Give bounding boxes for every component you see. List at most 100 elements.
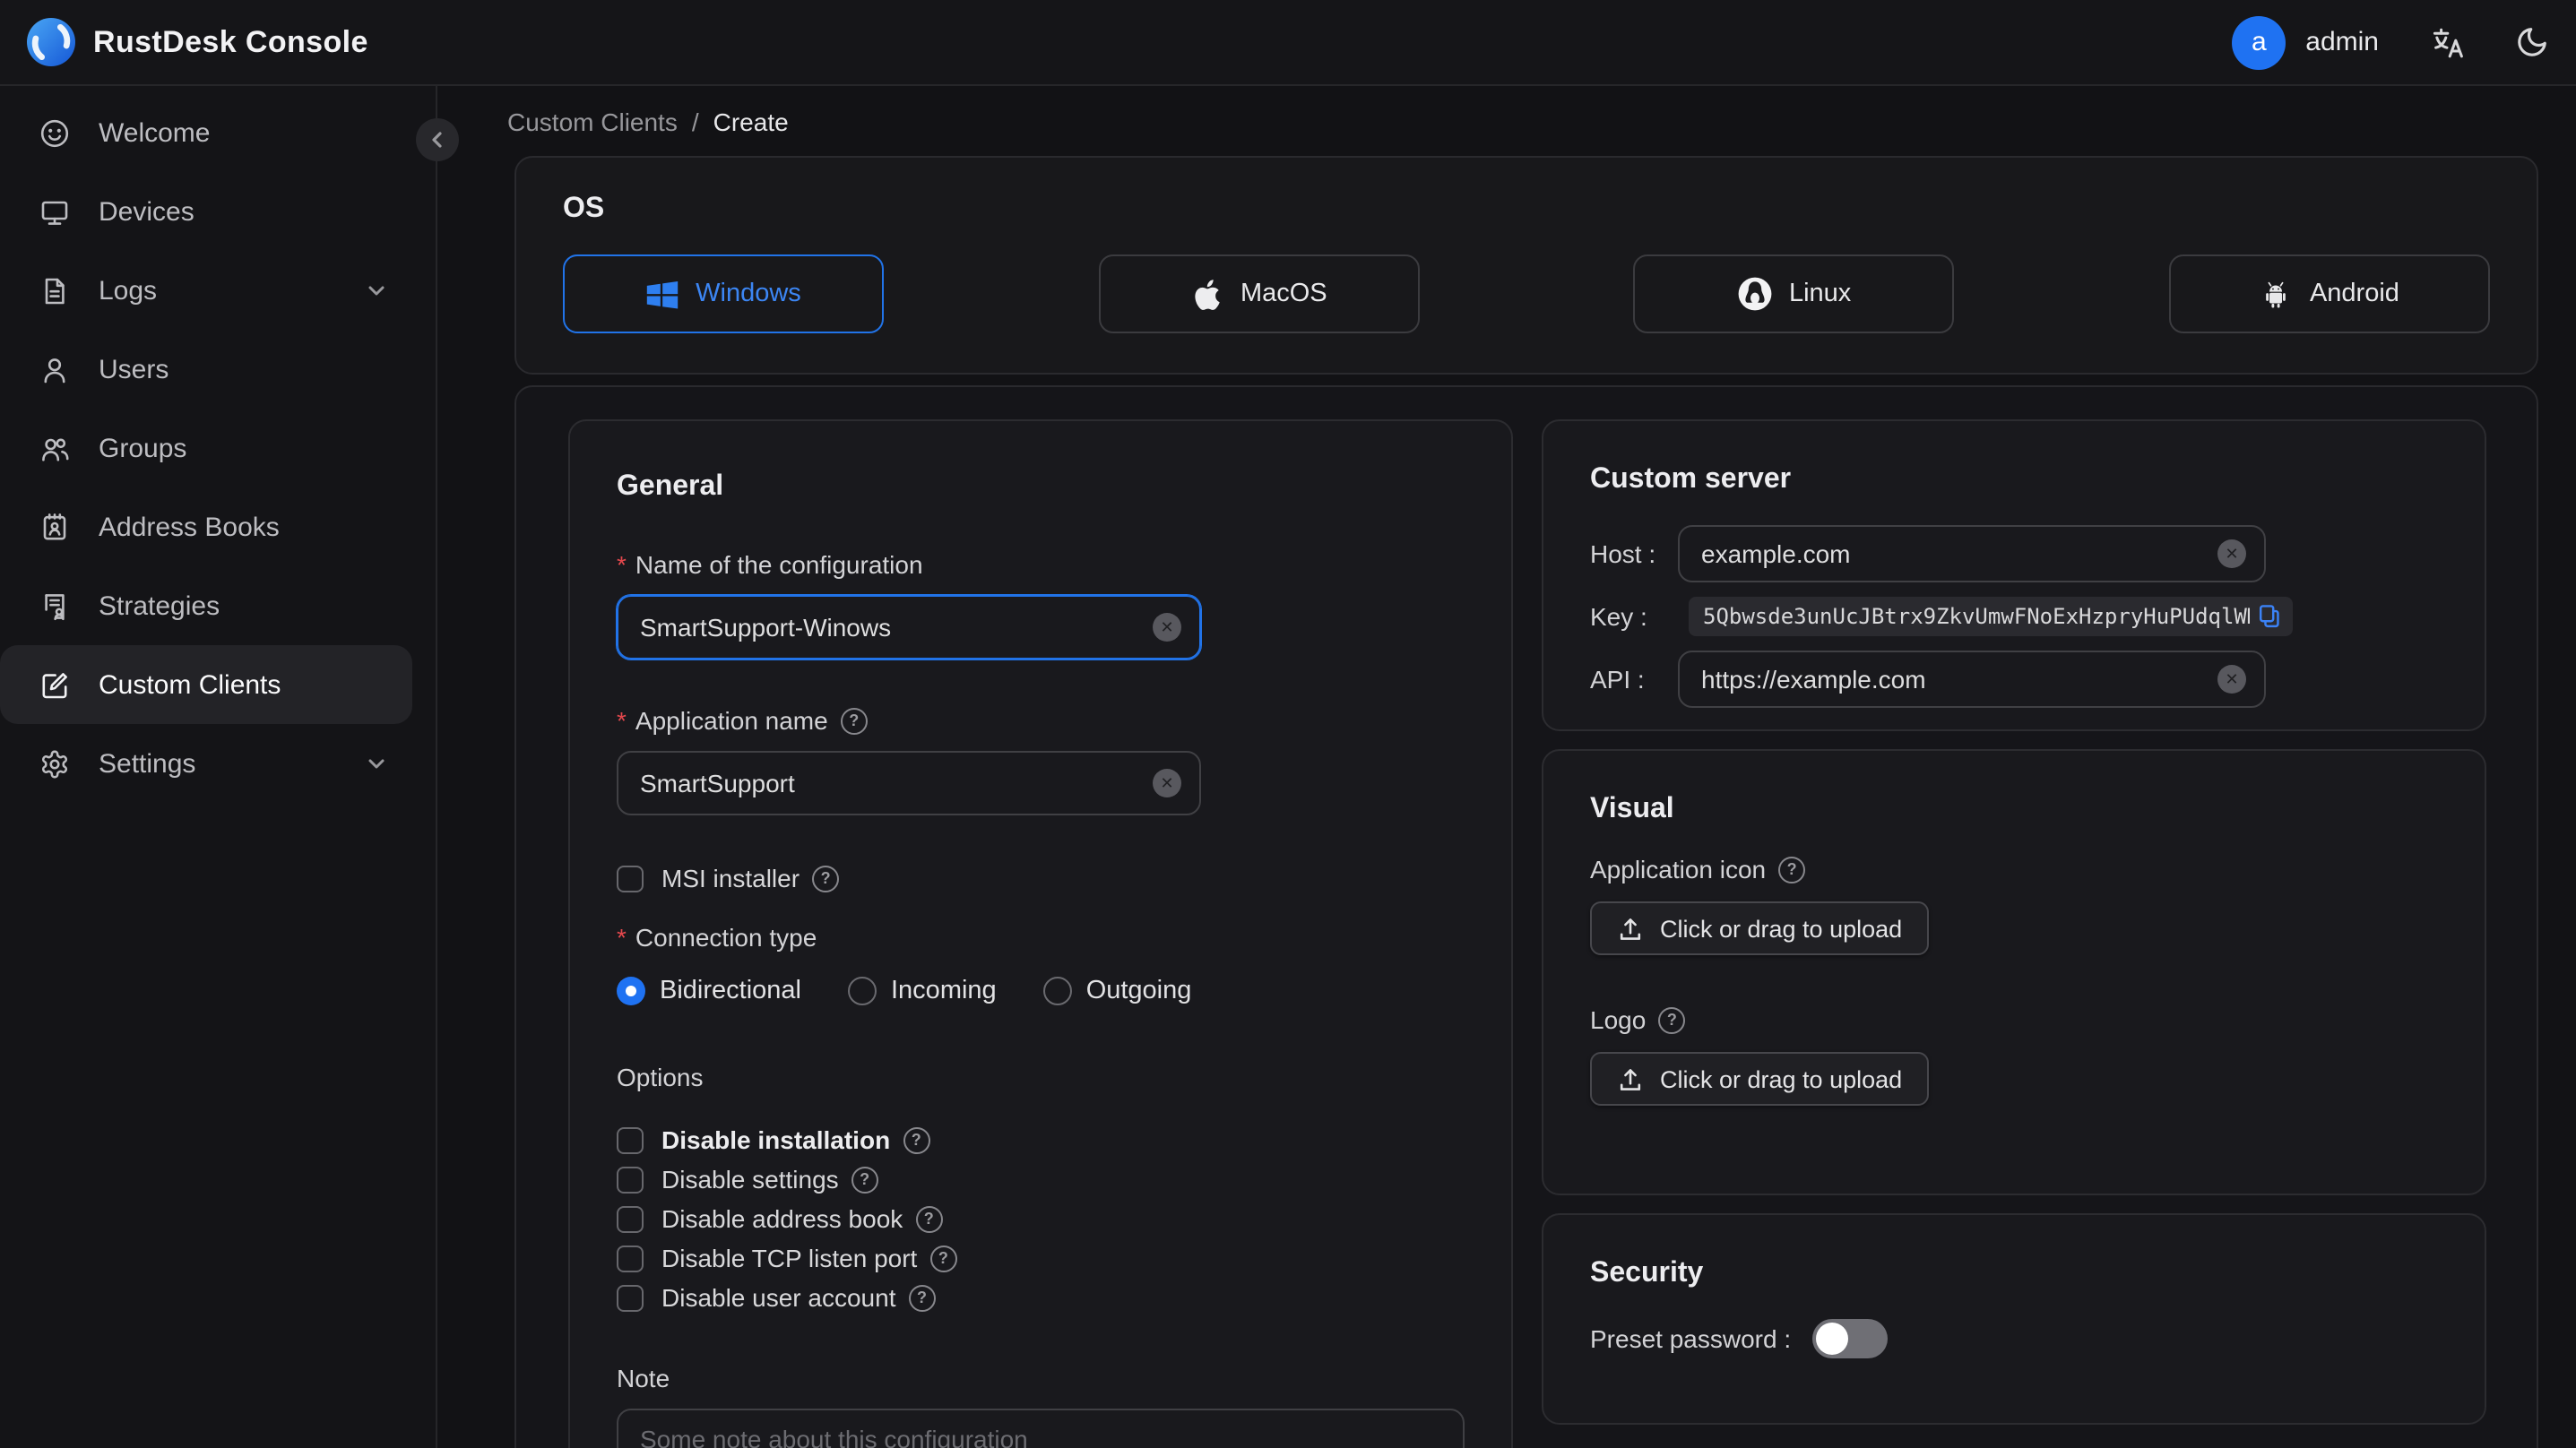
- security-title: Security: [1590, 1258, 1704, 1289]
- radio-icon: [848, 977, 877, 1005]
- sidebar-item-label: Strategies: [99, 590, 220, 621]
- key-field: 5Qbwsde3unUcJBtrx9ZkvUmwFNoExHzpryHuPUdq…: [1689, 597, 2293, 636]
- sidebar-item-address-books[interactable]: Address Books: [0, 487, 412, 566]
- sidebar-item-welcome[interactable]: Welcome: [0, 93, 412, 172]
- help-icon[interactable]: ?: [1658, 1006, 1686, 1033]
- app-name-field: ✕: [617, 751, 1201, 815]
- sidebar-item-logs[interactable]: Logs: [0, 251, 412, 330]
- clear-icon[interactable]: ✕: [1153, 769, 1181, 797]
- option-disable-user-account: Disable user account ?: [617, 1278, 1465, 1317]
- radio-selected-icon: [617, 977, 645, 1005]
- os-button-linux[interactable]: Linux: [1633, 254, 1955, 333]
- sidebar-item-custom-clients[interactable]: Custom Clients: [0, 645, 412, 724]
- sidebar-item-label: Settings: [99, 748, 196, 779]
- config-name-label: * Name of the configuration: [617, 550, 923, 579]
- host-field: ✕: [1678, 525, 2266, 582]
- app-icon-upload-button[interactable]: Click or drag to upload: [1590, 901, 1930, 955]
- disable-user-account-checkbox[interactable]: [617, 1284, 644, 1311]
- preset-password-toggle[interactable]: [1812, 1319, 1889, 1358]
- help-icon[interactable]: ?: [1778, 856, 1806, 883]
- os-button-label: Android: [2309, 280, 2399, 308]
- general-section: General * Name of the configuration ✕ * …: [568, 419, 1513, 1448]
- os-button-group: Windows MacOS Linux Android: [563, 254, 2490, 333]
- copy-button[interactable]: [2257, 604, 2282, 629]
- connection-type-label: * Connection type: [617, 923, 817, 952]
- host-input[interactable]: [1680, 539, 2264, 568]
- logo-label: Logo ?: [1590, 1005, 2438, 1034]
- disable-tcp-listen-port-checkbox[interactable]: [617, 1245, 644, 1271]
- help-icon[interactable]: ?: [812, 865, 840, 892]
- clear-icon[interactable]: ✕: [1153, 613, 1181, 642]
- required-marker: *: [617, 550, 627, 579]
- avatar[interactable]: a: [2232, 15, 2286, 69]
- rustdesk-console-window: RustDesk Console a admin Welcome Devices…: [0, 0, 2576, 1448]
- rustdesk-logo-icon: [27, 18, 75, 66]
- radio-incoming[interactable]: Incoming: [848, 977, 997, 1005]
- app-header: RustDesk Console a admin: [0, 0, 2576, 86]
- os-button-android[interactable]: Android: [2168, 254, 2490, 333]
- visual-section: Visual Application icon ? Click or drag …: [1542, 749, 2486, 1195]
- sidebar: Welcome Devices Logs Users Groups Addres…: [0, 86, 437, 1448]
- breadcrumb-parent[interactable]: Custom Clients: [507, 108, 678, 136]
- clear-icon[interactable]: ✕: [2217, 665, 2246, 694]
- config-name-field: ✕: [617, 595, 1201, 659]
- options-label: Options: [617, 1063, 704, 1091]
- os-button-macos[interactable]: MacOS: [1098, 254, 1420, 333]
- client-config-form: General * Name of the configuration ✕ * …: [514, 385, 2538, 1448]
- api-row: API : ✕: [1590, 651, 2438, 708]
- note-textarea[interactable]: [617, 1409, 1465, 1448]
- disable-address-book-checkbox[interactable]: [617, 1205, 644, 1232]
- os-section-title: OS: [563, 194, 605, 224]
- dark-mode-toggle[interactable]: [2515, 25, 2549, 59]
- required-marker: *: [617, 923, 627, 952]
- disable-settings-checkbox[interactable]: [617, 1166, 644, 1193]
- copy-icon: [2257, 604, 2282, 629]
- chevron-down-icon: [366, 753, 387, 774]
- application-icon-label: Application icon ?: [1590, 855, 2438, 883]
- translate-icon: [2429, 24, 2465, 60]
- breadcrumb: Custom Clients / Create: [507, 108, 2576, 136]
- api-label: API :: [1590, 665, 1645, 694]
- toggle-knob: [1816, 1323, 1849, 1355]
- option-disable-tcp-listen-port: Disable TCP listen port ?: [617, 1238, 1465, 1278]
- custom-server-title: Custom server: [1590, 464, 1792, 495]
- app-title: RustDesk Console: [93, 24, 368, 58]
- connection-type-group: Bidirectional Incoming Outgoing: [617, 977, 1465, 1005]
- sidebar-item-strategies[interactable]: Strategies: [0, 566, 412, 645]
- key-row: Key : 5Qbwsde3unUcJBtrx9ZkvUmwFNoExHzpry…: [1590, 597, 2438, 636]
- sidebar-item-users[interactable]: Users: [0, 330, 412, 409]
- sidebar-collapse-button[interactable]: [416, 118, 459, 161]
- os-button-label: Linux: [1788, 280, 1852, 308]
- msi-installer-checkbox[interactable]: [617, 865, 644, 892]
- sidebar-item-settings[interactable]: Settings: [0, 724, 412, 803]
- sidebar-item-groups[interactable]: Groups: [0, 409, 412, 487]
- app-name-input[interactable]: [618, 769, 1199, 797]
- api-input[interactable]: [1680, 665, 2264, 694]
- edit-icon: [39, 669, 70, 700]
- chevron-down-icon: [366, 280, 387, 301]
- upload-icon: [1617, 915, 1644, 942]
- header-right: a admin: [2232, 15, 2549, 69]
- help-icon[interactable]: ?: [903, 1126, 930, 1153]
- key-label: Key :: [1590, 602, 1647, 631]
- config-name-input[interactable]: [618, 613, 1199, 642]
- help-icon[interactable]: ?: [840, 707, 868, 734]
- chevron-left-icon: [428, 131, 446, 149]
- msi-installer-label: MSI installer: [661, 864, 800, 892]
- help-icon[interactable]: ?: [915, 1205, 943, 1232]
- os-button-windows[interactable]: Windows: [563, 254, 884, 333]
- radio-bidirectional[interactable]: Bidirectional: [617, 977, 801, 1005]
- linux-penguin-icon: [1737, 276, 1773, 312]
- help-icon[interactable]: ?: [908, 1284, 936, 1311]
- key-value: 5Qbwsde3unUcJBtrx9ZkvUmwFNoExHzpryHuPUdq…: [1703, 604, 2250, 629]
- logo-upload-button[interactable]: Click or drag to upload: [1590, 1052, 1930, 1106]
- radio-outgoing[interactable]: Outgoing: [1042, 977, 1191, 1005]
- help-icon[interactable]: ?: [851, 1166, 878, 1193]
- disable-installation-checkbox[interactable]: [617, 1126, 644, 1153]
- required-marker: *: [617, 706, 627, 735]
- help-icon[interactable]: ?: [929, 1245, 957, 1271]
- clear-icon[interactable]: ✕: [2217, 539, 2246, 568]
- username: admin: [2305, 27, 2379, 57]
- language-button[interactable]: [2429, 24, 2465, 60]
- sidebar-item-devices[interactable]: Devices: [0, 172, 412, 251]
